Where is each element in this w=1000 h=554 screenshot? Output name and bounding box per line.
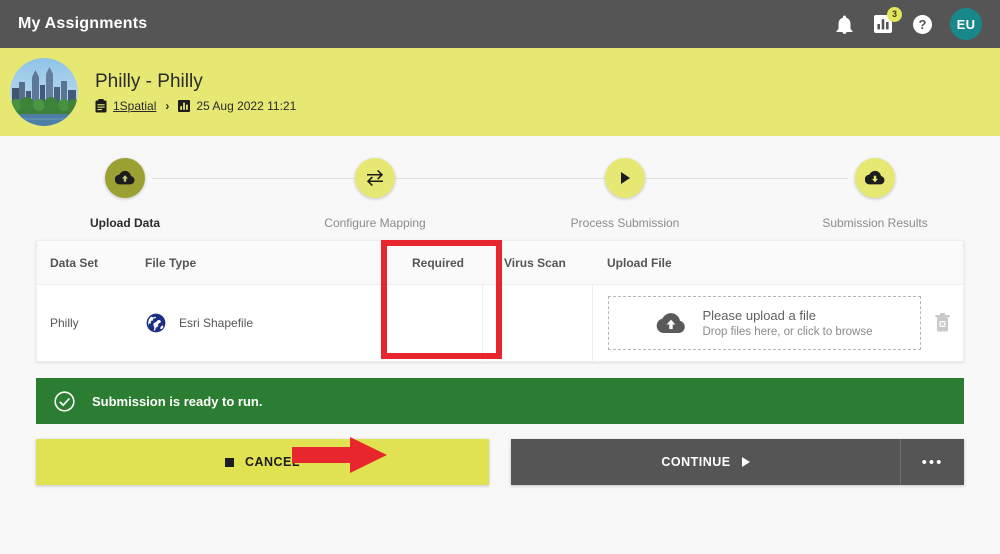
clipboard-icon — [95, 99, 107, 113]
cell-data-set: Philly — [50, 316, 79, 330]
cloud-upload-icon — [105, 158, 145, 198]
step-upload-data[interactable]: Upload Data — [0, 158, 250, 230]
breadcrumb-date-text: 25 Aug 2022 11:21 — [196, 99, 297, 114]
stop-square-icon — [224, 457, 234, 467]
breadcrumb-separator-icon: › — [165, 99, 170, 114]
status-banner: Submission is ready to run. — [36, 378, 964, 424]
column-header-data-set: Data Set — [50, 255, 99, 270]
bar-chart-icon — [178, 100, 191, 113]
continue-button-label: CONTINUE — [661, 455, 731, 469]
assignment-avatar-photo — [10, 58, 78, 126]
column-header-required: Required — [411, 255, 464, 270]
top-app-bar: My Assignments 3 ? EU — [0, 0, 1000, 48]
column-header-upload-file: Upload File — [607, 255, 672, 270]
reports-chart-icon[interactable]: 3 — [872, 7, 902, 35]
table-header-row: Data Set File Type Required Virus Scan U… — [37, 241, 963, 285]
cell-file-type: Esri Shapefile — [137, 312, 377, 334]
cancel-button[interactable]: CANCEL — [36, 439, 489, 485]
page-title: My Assignments — [18, 15, 148, 32]
cloud-download-icon — [855, 158, 895, 198]
play-triangle-icon — [741, 457, 750, 467]
svg-text:?: ? — [918, 17, 926, 32]
help-question-icon[interactable]: ? — [911, 13, 933, 35]
dropzone-text: Please upload a file Drop files here, or… — [702, 308, 872, 338]
cell-virus-scan — [482, 285, 592, 361]
cloud-upload-icon — [656, 312, 686, 335]
globe-icon — [145, 312, 167, 334]
step-label: Submission Results — [822, 216, 928, 230]
notification-count-badge: 3 — [887, 7, 902, 22]
check-circle-icon — [54, 390, 75, 412]
step-label: Configure Mapping — [324, 216, 426, 230]
breadcrumb: 1Spatial › 25 Aug 2022 11:21 — [95, 99, 296, 113]
play-triangle-icon — [605, 158, 645, 198]
main-content: Upload Data Configure Mapping Process Su… — [0, 136, 1000, 485]
status-message: Submission is ready to run. — [92, 393, 263, 409]
workflow-stepper: Upload Data Configure Mapping Process Su… — [0, 136, 1000, 240]
breadcrumb-org-link[interactable]: 1Spatial — [113, 99, 156, 113]
more-options-button[interactable]: ••• — [900, 439, 964, 485]
action-buttons: CANCEL CONTINUE ••• — [36, 439, 964, 485]
step-label: Process Submission — [570, 216, 680, 230]
file-dropzone[interactable]: Please upload a file Drop files here, or… — [608, 296, 921, 350]
column-header-file-type: File Type — [145, 255, 197, 270]
banner-text-block: Philly - Philly 1Spatial › 25 Aug 2022 1… — [95, 71, 296, 114]
assignment-title: Philly - Philly — [95, 70, 203, 92]
topbar-actions: 3 ? EU — [833, 7, 982, 40]
continue-button[interactable]: CONTINUE — [511, 439, 900, 485]
column-header-virus-scan: Virus Scan — [504, 255, 566, 270]
step-configure-mapping[interactable]: Configure Mapping — [250, 158, 500, 230]
swap-arrows-icon — [355, 158, 395, 198]
breadcrumb-date: 25 Aug 2022 11:21 — [178, 99, 296, 113]
cancel-button-label: CANCEL — [244, 455, 301, 469]
step-label: Upload Data — [89, 216, 160, 230]
dropzone-primary-text: Please upload a file — [702, 308, 816, 323]
datasets-table: Data Set File Type Required Virus Scan U… — [36, 240, 964, 362]
dropzone-secondary-text: Drop files here, or click to browse — [702, 326, 873, 338]
step-process-submission[interactable]: Process Submission — [500, 158, 750, 230]
cell-upload-file: Please upload a file Drop files here, or… — [592, 285, 963, 361]
table-row: Philly Esri Shapefile Please upload a fi… — [37, 285, 963, 361]
user-avatar[interactable]: EU — [950, 8, 982, 40]
assignment-banner: Philly - Philly 1Spatial › 25 Aug 2022 1… — [0, 48, 1000, 136]
trash-delete-icon[interactable] — [921, 313, 963, 333]
continue-button-group: CONTINUE ••• — [511, 439, 964, 485]
notifications-bell-icon[interactable] — [833, 13, 855, 35]
step-submission-results[interactable]: Submission Results — [750, 158, 1000, 230]
cell-file-type-label: Esri Shapefile — [179, 316, 254, 330]
